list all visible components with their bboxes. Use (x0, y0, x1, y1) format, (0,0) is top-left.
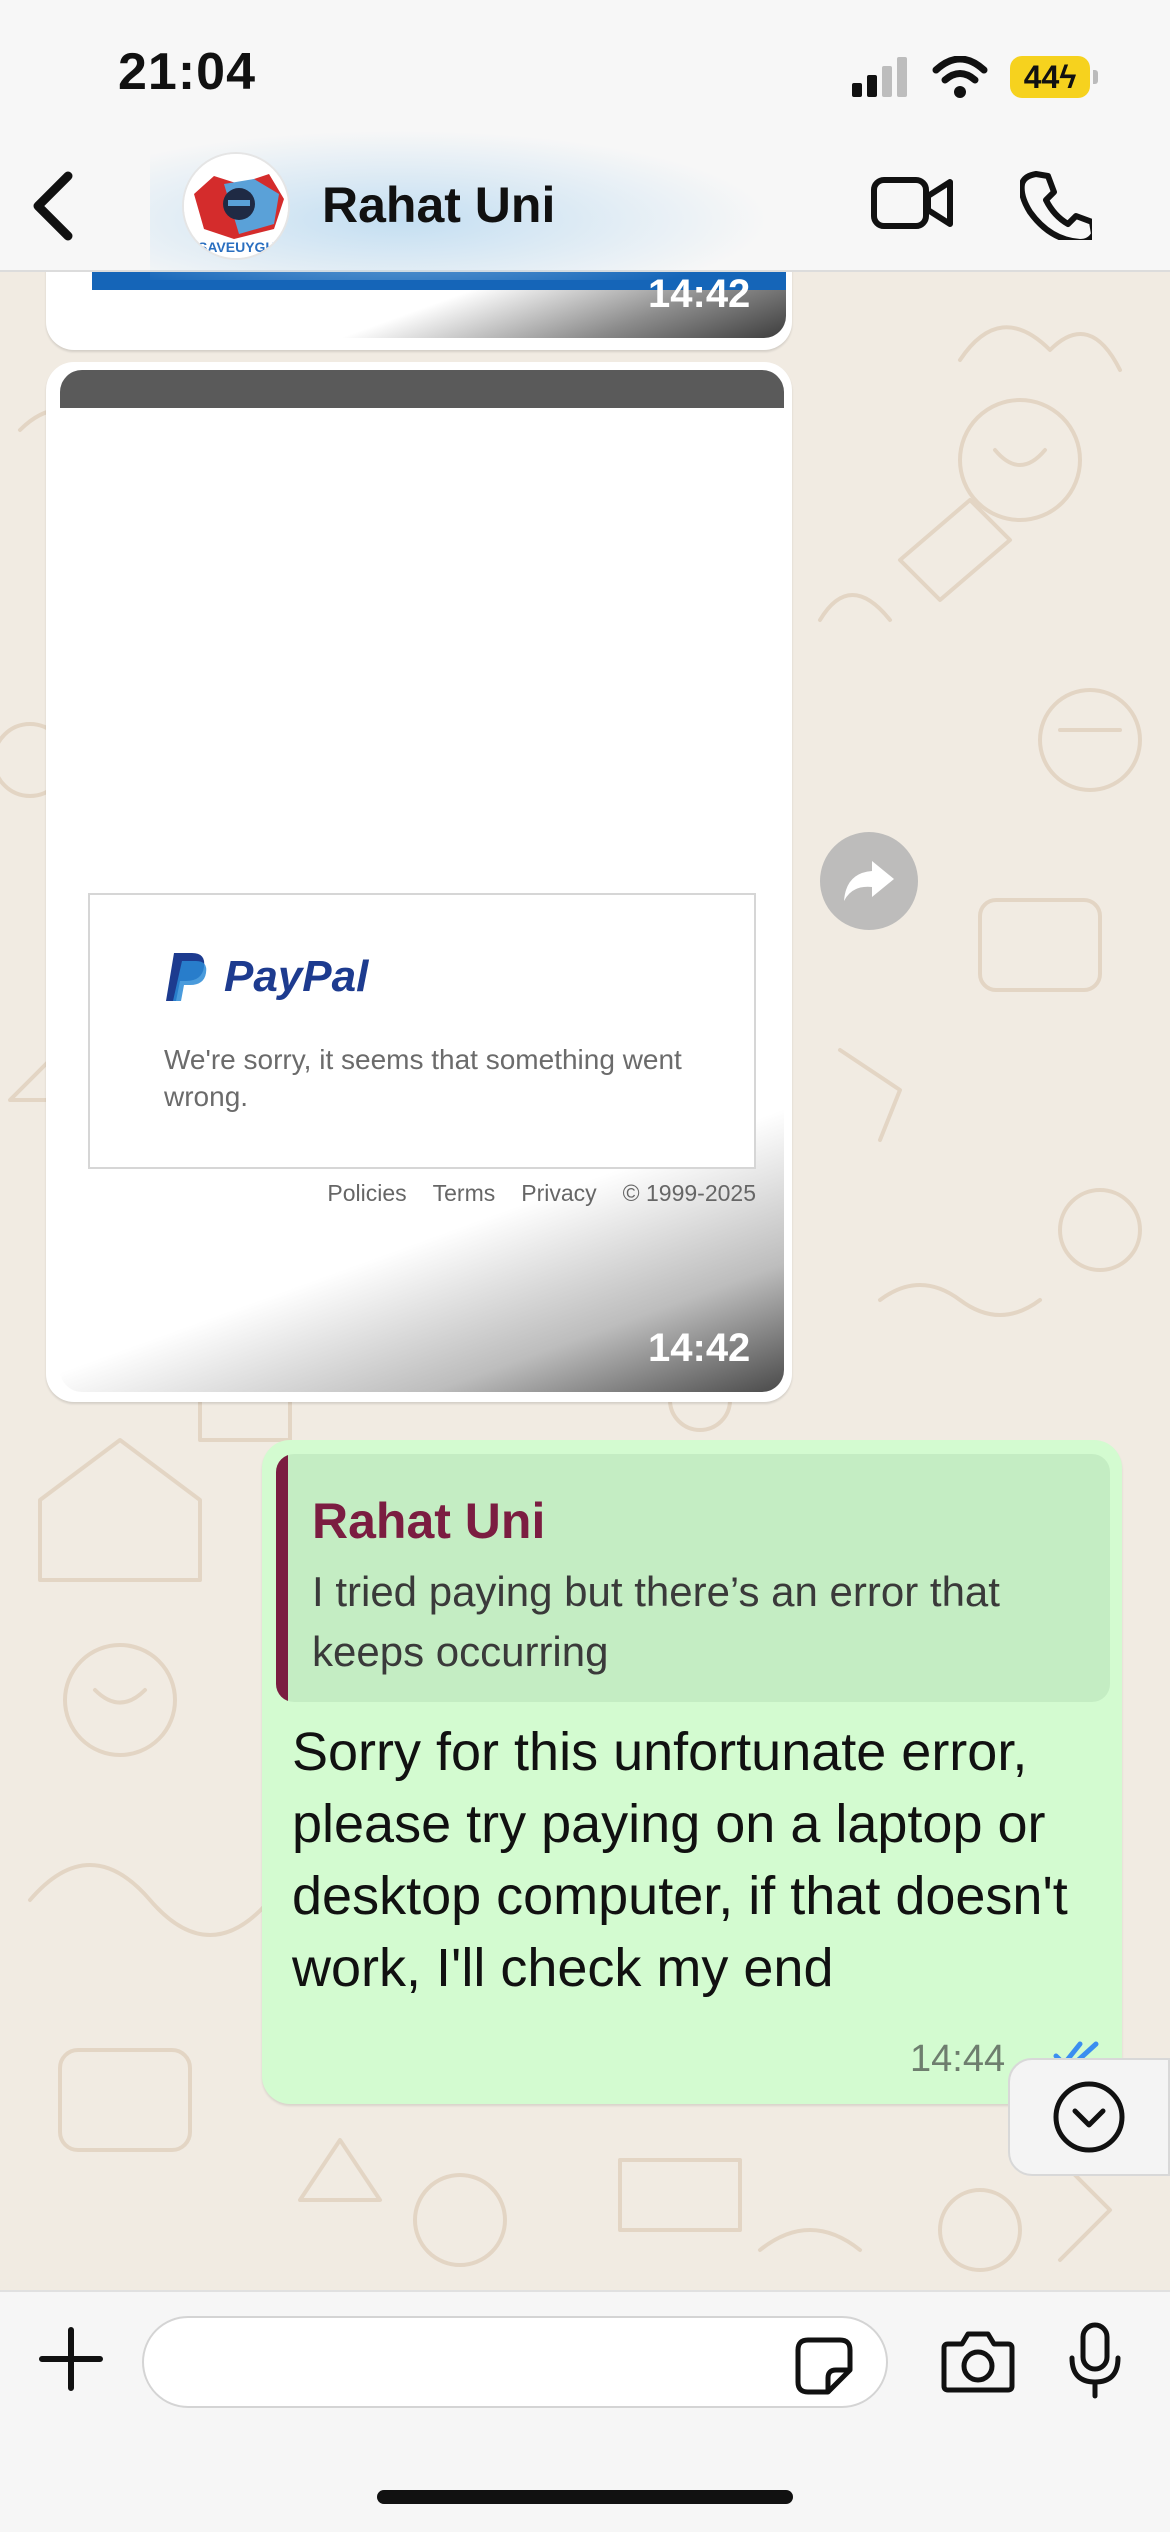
back-chevron-icon[interactable] (22, 166, 82, 246)
signal-icon (852, 57, 907, 97)
quote-accent-bar (276, 1454, 288, 1702)
footer-link-policies: Policies (327, 1180, 407, 1206)
navigation-header: 21:04 44 ϟ SAVEUYGH Rahat Uni (0, 0, 1170, 280)
paypal-wordmark: PayPal (224, 952, 369, 1001)
forward-button[interactable] (820, 832, 918, 930)
contact-name[interactable]: Rahat Uni (322, 176, 555, 234)
forward-icon (844, 861, 894, 901)
chevron-down-icon (1053, 2081, 1125, 2153)
home-indicator (377, 2490, 793, 2504)
message-input[interactable] (142, 2316, 888, 2408)
microphone-icon[interactable] (1066, 2322, 1124, 2400)
status-icons: 44 ϟ (852, 56, 1098, 98)
paypal-footer: Policies Terms Privacy © 1999-2025 (88, 1180, 756, 1207)
phone-call-icon[interactable] (1020, 168, 1092, 240)
video-call-icon[interactable] (870, 168, 954, 238)
outgoing-message-bubble[interactable]: Rahat Uni I tried paying but there’s an … (262, 1440, 1122, 2104)
battery-level: 44 (1023, 58, 1060, 95)
paypal-logo: PayPal (166, 951, 368, 1003)
paypal-icon (166, 953, 207, 1001)
scroll-to-bottom-button[interactable] (1008, 2058, 1170, 2176)
paypal-error-card: PayPal We're sorry, it seems that someth… (88, 893, 756, 1169)
battery-charging-icon: 44 ϟ (1010, 56, 1098, 98)
avatar-image: SAVEUYGH (184, 154, 288, 258)
status-time: 21:04 (118, 43, 256, 101)
message-text: Sorry for this unfortunate error, please… (292, 1722, 1068, 1998)
quote-author: Rahat Uni (312, 1493, 546, 1549)
quoted-message[interactable]: Rahat Uni I tried paying but there’s an … (276, 1454, 1110, 1702)
charging-bolt-icon: ϟ (1059, 58, 1077, 95)
message-time: 14:42 (648, 1326, 751, 1370)
footer-link-privacy: Privacy (521, 1180, 597, 1206)
browser-bar (60, 370, 784, 408)
wifi-icon (932, 56, 988, 98)
quote-text: I tried paying but there’s an error that… (312, 1568, 1000, 1675)
footer-copyright: © 1999-2025 (622, 1180, 756, 1206)
plus-icon[interactable] (38, 2326, 104, 2392)
camera-icon[interactable] (940, 2330, 1016, 2394)
sticker-icon[interactable] (794, 2336, 854, 2396)
screenshot-image[interactable] (60, 370, 784, 1392)
message-time: 14:44 (910, 2038, 1006, 2080)
footer-link-terms: Terms (432, 1180, 496, 1206)
avatar[interactable]: SAVEUYGH (182, 152, 290, 260)
paypal-error-text: We're sorry, it seems that something wen… (164, 1044, 682, 1112)
